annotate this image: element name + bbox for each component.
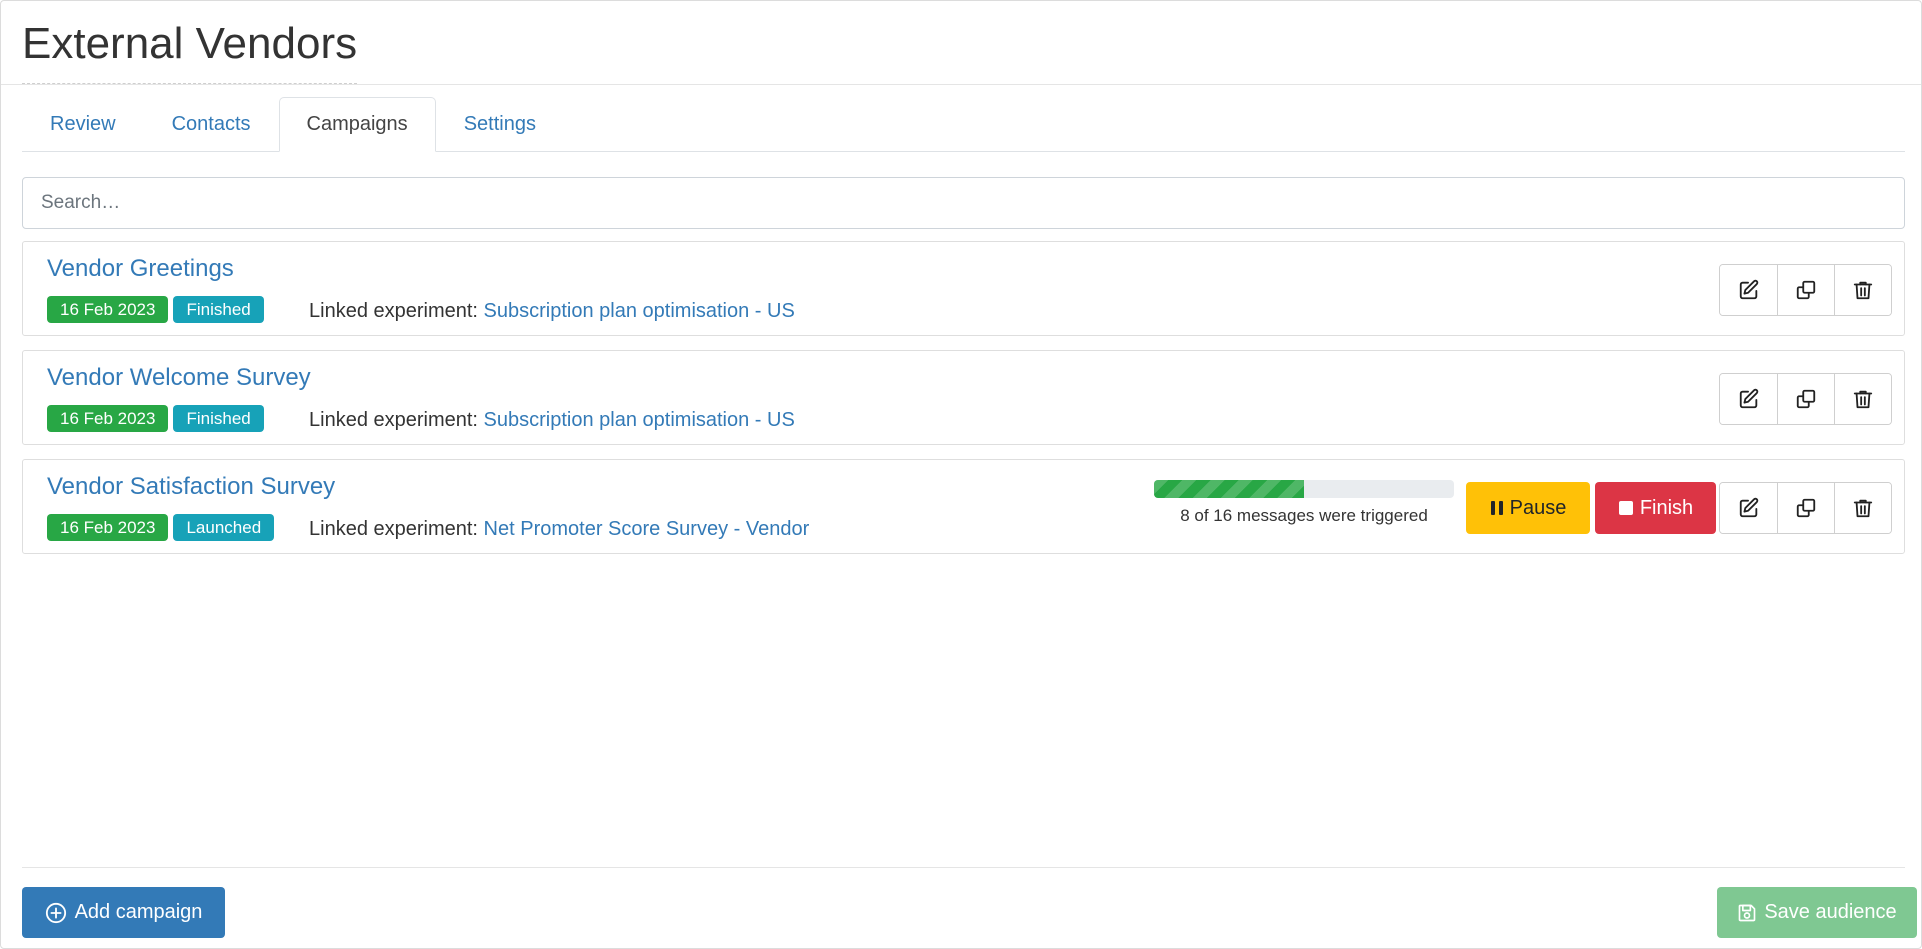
delete-button[interactable] <box>1834 265 1891 315</box>
status-badge: Finished <box>173 405 264 432</box>
linked-experiment: Linked experiment: Subscription plan opt… <box>309 300 795 323</box>
delete-button[interactable] <box>1834 483 1891 533</box>
linked-experiment: Linked experiment: Net Promoter Score Su… <box>309 518 809 541</box>
duplicate-button[interactable] <box>1777 265 1834 315</box>
copy-icon <box>1796 498 1816 518</box>
copy-icon <box>1796 389 1816 409</box>
linked-experiment-label: Linked experiment: <box>309 518 478 540</box>
progress-track <box>1154 480 1454 498</box>
campaign-card: Vendor Greetings 16 Feb 2023 Finished Li… <box>22 241 1905 336</box>
campaign-badges: 16 Feb 2023 Finished <box>47 296 264 323</box>
tab-bar: Review Contacts Campaigns Settings <box>22 97 1905 152</box>
footer-divider <box>22 867 1905 868</box>
search-input[interactable] <box>22 177 1905 229</box>
save-audience-label: Save audience <box>1764 901 1897 923</box>
copy-icon <box>1796 280 1816 300</box>
trash-icon <box>1853 390 1873 409</box>
stop-icon <box>1618 501 1633 515</box>
campaign-badges: 16 Feb 2023 Finished <box>47 405 264 432</box>
status-badge: Finished <box>173 296 264 323</box>
edit-button[interactable] <box>1720 483 1777 533</box>
campaign-card: Vendor Satisfaction Survey 16 Feb 2023 L… <box>22 459 1905 554</box>
finish-label: Finish <box>1639 496 1694 519</box>
duplicate-button[interactable] <box>1777 483 1834 533</box>
edit-icon <box>1739 388 1758 409</box>
progress-bar <box>1154 480 1304 498</box>
linked-experiment-link[interactable]: Net Promoter Score Survey - Vendor <box>484 518 810 540</box>
edit-button[interactable] <box>1720 374 1777 424</box>
edit-icon <box>1739 279 1758 300</box>
tab-contacts[interactable]: Contacts <box>144 97 279 152</box>
save-icon <box>1738 904 1756 921</box>
add-campaign-button[interactable]: Add campaign <box>22 887 225 938</box>
pause-button[interactable]: Pause <box>1466 482 1590 534</box>
finish-button[interactable]: Finish <box>1595 482 1716 534</box>
campaign-title[interactable]: Vendor Welcome Survey <box>47 364 311 392</box>
title-divider <box>1 84 1921 85</box>
linked-experiment-label: Linked experiment: <box>309 300 478 322</box>
linked-experiment-link[interactable]: Subscription plan optimisation - US <box>484 300 795 322</box>
tab-campaigns[interactable]: Campaigns <box>278 97 436 152</box>
pause-icon <box>1490 501 1503 515</box>
status-badge: Launched <box>173 514 275 541</box>
duplicate-button[interactable] <box>1777 374 1834 424</box>
tab-review[interactable]: Review <box>22 97 144 152</box>
campaign-actions <box>1719 373 1892 425</box>
date-badge: 16 Feb 2023 <box>47 296 169 323</box>
campaign-title[interactable]: Vendor Satisfaction Survey <box>47 473 335 501</box>
trash-icon <box>1853 499 1873 518</box>
campaign-badges: 16 Feb 2023 Launched <box>47 514 275 541</box>
tab-settings[interactable]: Settings <box>436 97 564 152</box>
linked-experiment-link[interactable]: Subscription plan optimisation - US <box>484 409 795 431</box>
edit-icon <box>1739 497 1758 518</box>
page-frame: External Vendors Review Contacts Campaig… <box>0 0 1922 949</box>
progress-section: 8 of 16 messages were triggered <box>1154 480 1454 526</box>
campaign-actions <box>1719 482 1892 534</box>
plus-circle-icon <box>45 902 66 923</box>
add-campaign-label: Add campaign <box>74 901 203 923</box>
trash-icon <box>1853 281 1873 300</box>
page-title: External Vendors <box>22 15 358 84</box>
campaign-title[interactable]: Vendor Greetings <box>47 255 234 283</box>
campaign-actions <box>1719 264 1892 316</box>
linked-experiment-label: Linked experiment: <box>309 409 478 431</box>
campaign-card: Vendor Welcome Survey 16 Feb 2023 Finish… <box>22 350 1905 445</box>
edit-button[interactable] <box>1720 265 1777 315</box>
date-badge: 16 Feb 2023 <box>47 514 169 541</box>
date-badge: 16 Feb 2023 <box>47 405 169 432</box>
linked-experiment: Linked experiment: Subscription plan opt… <box>309 409 795 432</box>
progress-caption: 8 of 16 messages were triggered <box>1180 506 1428 525</box>
save-audience-button[interactable]: Save audience <box>1717 887 1917 938</box>
pause-label: Pause <box>1509 496 1567 519</box>
delete-button[interactable] <box>1834 374 1891 424</box>
